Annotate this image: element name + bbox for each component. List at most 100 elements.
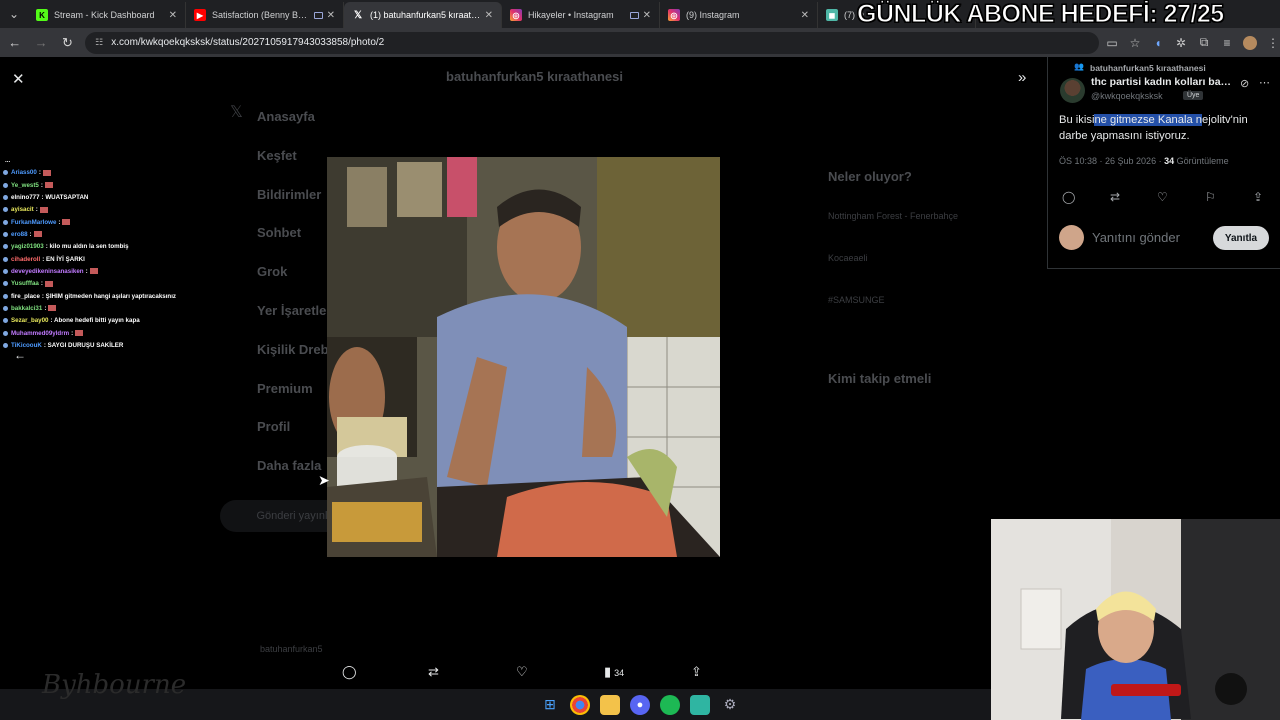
chat-username[interactable]: FurkanMarlowe [11, 219, 56, 226]
chat-message: fire_place: ŞIHIM gitmeden hangi aşıları… [3, 291, 223, 303]
close-tab-icon[interactable]: ✕ [801, 10, 809, 21]
author-avatar[interactable] [1060, 78, 1085, 103]
forward-icon[interactable]: → [29, 31, 52, 55]
reply-input[interactable]: Yanıtını gönder [1092, 230, 1180, 245]
url-text: x.com/kwkqoekqksksk/status/2027105917943… [111, 37, 385, 48]
chat-badge-icon [3, 170, 8, 176]
tweet-text-part: Bu ikisi [1059, 114, 1095, 126]
windows-start-icon[interactable]: ⊞ [540, 695, 560, 715]
member-badge: Üye [1183, 91, 1204, 100]
expand-panel-icon[interactable]: » [1018, 69, 1026, 86]
chat-username[interactable]: Muhammed09yldrm [11, 330, 69, 337]
file-explorer-icon[interactable] [600, 694, 620, 715]
media-playing-icon [313, 11, 323, 19]
tab-title: (9) Instagram [686, 10, 740, 20]
extension-icon[interactable]: ✲ [1174, 36, 1188, 50]
arrow-left-icon[interactable]: ← [14, 348, 26, 362]
tab-title: Stream - Kick Dashboard [54, 10, 155, 20]
tab-youtube[interactable]: ▶ Satisfaction (Benny Benassi ✕ [186, 2, 344, 28]
user-avatar [1059, 225, 1084, 250]
photo-image [327, 157, 720, 557]
chat-text: : kilo mu aldın la sen tombiş [45, 243, 129, 251]
tweet-time[interactable]: ÖS 10:38 · 26 Şub 2026 · [1059, 156, 1164, 166]
close-tab-icon[interactable]: ✕ [169, 10, 177, 21]
grok-icon[interactable]: ⊘ [1240, 77, 1249, 90]
chat-message: Ariass00: [3, 167, 223, 179]
share-icon[interactable]: ⇪ [691, 664, 702, 680]
address-bar[interactable]: ☷ x.com/kwkqoekqksksk/status/20271059179… [85, 31, 1100, 54]
reload-icon[interactable]: ↻ [56, 31, 79, 55]
chat-username[interactable]: ero88 [11, 231, 28, 238]
bg-nav-item: Bildirimler [257, 187, 322, 202]
tab-instagram[interactable]: ◎ (9) Instagram ✕ [660, 2, 818, 28]
spotify-icon[interactable] [660, 694, 680, 715]
chat-username[interactable]: Sezar_bay00 [11, 317, 49, 324]
puzzle-icon[interactable]: ⧉ [1197, 35, 1211, 50]
close-tab-icon[interactable]: ✕ [643, 10, 651, 21]
chat-message: TiKicoouK: SAYGI DURUŞU SAKİLER [3, 340, 223, 352]
chat-username[interactable]: Ariass00 [11, 169, 37, 176]
chat-message: elnino777: WUATSAPTAN [3, 192, 223, 204]
chat-username[interactable]: deveyedikeninsanasiken [11, 268, 84, 275]
chat-badge-icon [3, 318, 8, 324]
like-icon[interactable]: ♡ [516, 664, 528, 680]
tab-search-icon[interactable]: ⌄ [0, 0, 28, 28]
chrome-icon[interactable] [570, 694, 590, 715]
chat-username[interactable]: yagiz01903 [11, 243, 44, 250]
menu-icon[interactable]: ⋮ [1266, 36, 1280, 50]
app-icon[interactable] [690, 694, 710, 715]
chat-message: cihaderoll: EN İYİ ŞARKI [3, 254, 223, 266]
tweet-photo[interactable] [327, 157, 720, 557]
chat-message: Yusufffaa: [3, 278, 223, 290]
reply-icon[interactable]: ◯ [342, 664, 357, 680]
close-viewer-icon[interactable]: ✕ [12, 70, 25, 88]
community-name[interactable]: batuhanfurkan5 kıraathanesi [1090, 63, 1206, 73]
tab-x[interactable]: 𝕏 (1) batuhanfurkan5 kıraathanesi ✕ [344, 2, 502, 28]
chat-username[interactable]: cihaderoll [11, 256, 40, 263]
chat-username[interactable]: fire_place [11, 293, 40, 300]
tab-instagram-stories[interactable]: ◎ Hikayeler • Instagram ✕ [502, 2, 660, 28]
community-icon: 👥 [1074, 62, 1084, 71]
author-name[interactable]: thc partisi kadın kolları baş... [1091, 76, 1233, 88]
panel-like-icon[interactable]: ♡ [1157, 190, 1168, 204]
chat-username[interactable]: Ye_west5 [11, 182, 39, 189]
chat-username[interactable]: Yusufffaa [11, 280, 39, 287]
chat-badge-icon [3, 194, 8, 200]
bg-nav-item: Profil [257, 419, 291, 434]
close-tab-icon[interactable]: ✕ [485, 10, 493, 21]
chat-username[interactable]: elnino777 [11, 194, 40, 201]
tweet-text-selection: ne gitmezse Kanala n [1094, 114, 1203, 126]
chat-message: ayisacit: [3, 204, 223, 216]
author-handle[interactable]: @kwkqoekqksksk [1091, 91, 1163, 101]
panel-share-icon[interactable]: ⇪ [1253, 190, 1263, 204]
close-tab-icon[interactable]: ✕ [327, 10, 335, 21]
panel-reply-icon[interactable]: ◯ [1062, 190, 1075, 204]
chat-username[interactable]: ayisacit [11, 206, 34, 213]
chat-badge-icon [3, 219, 8, 225]
media-control-icon[interactable]: ≡ [1220, 36, 1234, 50]
tab-title: Hikayeler • Instagram [528, 10, 614, 20]
cast-icon[interactable]: ▭ [1105, 36, 1119, 50]
panel-bookmark-icon[interactable]: ⚐ [1205, 190, 1216, 204]
chat-badge-icon [3, 330, 8, 336]
tab-kick[interactable]: K Stream - Kick Dashboard ✕ [28, 2, 186, 28]
chat-username[interactable]: bakkalci31 [11, 305, 42, 312]
settings-icon[interactable]: ⚙ [720, 695, 740, 715]
tweet-views-count: 34 [1164, 156, 1175, 166]
chat-emote-icon [62, 219, 71, 226]
site-info-icon[interactable]: ☷ [95, 37, 103, 48]
profile-avatar[interactable] [1243, 35, 1258, 50]
panel-repost-icon[interactable]: ⇄ [1110, 190, 1120, 204]
bookmark-star-icon[interactable]: ☆ [1128, 36, 1142, 50]
discord-icon[interactable]: ● [630, 694, 650, 715]
tweet-detail-panel: 👥 batuhanfurkan5 kıraathanesi thc partis… [1047, 57, 1280, 269]
more-options-icon[interactable]: ⋯ [1259, 76, 1270, 89]
views-stat[interactable]: ▮ 34 [604, 664, 624, 680]
audio-icon[interactable]: ◖ [1151, 36, 1165, 50]
chat-badge-icon [3, 182, 8, 188]
streamer-webcam [991, 519, 1280, 720]
repost-icon[interactable]: ⇄ [428, 664, 439, 680]
reply-button[interactable]: Yanıtla [1213, 226, 1269, 250]
instagram-icon: ◎ [510, 9, 522, 21]
back-icon[interactable]: ← [3, 31, 26, 55]
